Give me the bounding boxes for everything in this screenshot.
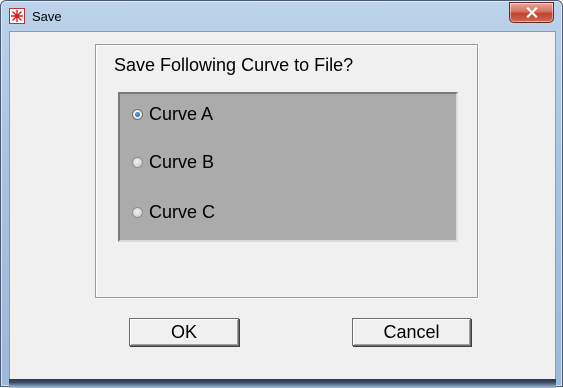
save-dialog-window: Save Save Following Curve to File? Curve…: [0, 0, 563, 388]
window-title: Save: [32, 9, 62, 24]
radio-label-curve-a: Curve A: [149, 104, 214, 124]
radio-curve-b[interactable]: Curve B: [132, 152, 214, 173]
ok-button[interactable]: OK: [129, 318, 239, 346]
save-app-icon: [9, 8, 25, 24]
radio-button[interactable]: [132, 157, 143, 168]
radio-curve-a[interactable]: Curve A: [132, 104, 213, 125]
cancel-button[interactable]: Cancel: [352, 318, 471, 346]
curve-options-panel: Curve A Curve B Curve C: [118, 92, 458, 242]
close-button[interactable]: [509, 2, 554, 23]
radio-curve-c[interactable]: Curve C: [132, 202, 215, 223]
radio-button[interactable]: [132, 207, 143, 218]
radio-button-checked[interactable]: [132, 109, 143, 120]
title-bar[interactable]: Save: [1, 1, 562, 31]
radio-label-curve-b: Curve B: [149, 152, 215, 172]
dialog-prompt: Save Following Curve to File?: [114, 55, 354, 75]
close-icon: [525, 7, 538, 18]
radio-label-curve-c: Curve C: [149, 202, 216, 222]
